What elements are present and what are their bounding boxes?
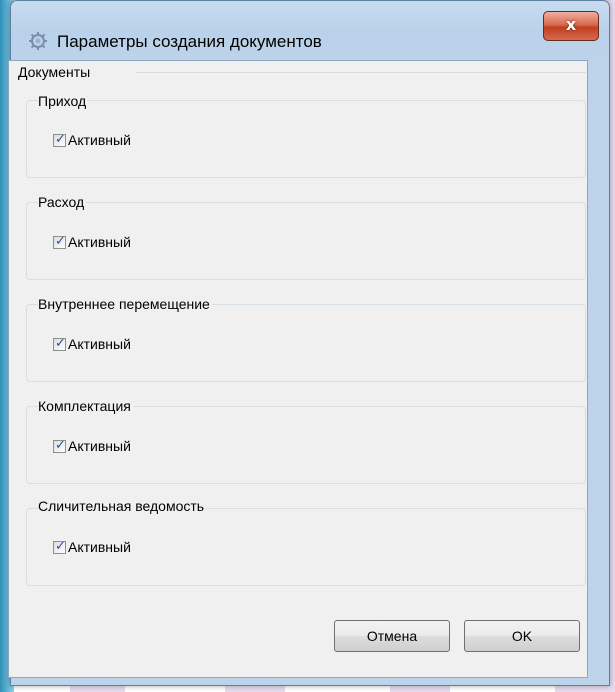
active-label-comparison[interactable]: Активный xyxy=(68,538,131,556)
checkmark-icon: ✓ xyxy=(55,539,66,554)
groupbox-label-rashod: Расход xyxy=(38,193,87,211)
active-checkbox-transfer[interactable]: ✓ xyxy=(53,336,66,351)
groupbox-label-assembly: Комплектация xyxy=(38,397,133,415)
window-title: Параметры создания документов xyxy=(57,32,322,51)
checkmark-icon: ✓ xyxy=(55,438,66,453)
active-label-assembly[interactable]: Активный xyxy=(68,437,131,455)
active-label-transfer[interactable]: Активный xyxy=(68,335,131,353)
close-icon: x xyxy=(565,15,577,34)
documents-group-border xyxy=(136,72,586,73)
groupbox-label-prihod: Приход xyxy=(38,92,89,110)
active-checkbox-rashod[interactable]: ✓ xyxy=(53,234,66,249)
active-checkbox-comparison[interactable]: ✓ xyxy=(53,539,66,554)
close-button[interactable]: x xyxy=(543,11,599,41)
documents-group-label: Документы xyxy=(18,63,93,81)
active-checkbox-assembly[interactable]: ✓ xyxy=(53,438,66,453)
app-gear-icon xyxy=(29,32,47,50)
active-label-rashod[interactable]: Активный xyxy=(68,233,131,251)
checkmark-icon: ✓ xyxy=(55,132,66,147)
checkmark-icon: ✓ xyxy=(55,336,66,351)
ok-button[interactable]: OK xyxy=(464,620,580,652)
active-label-prihod[interactable]: Активный xyxy=(68,131,131,149)
checkmark-icon: ✓ xyxy=(55,234,66,249)
cancel-button[interactable]: Отмена xyxy=(334,620,450,652)
title-bar[interactable]: Параметры создания документов x xyxy=(11,1,609,61)
groupbox-label-transfer: Внутреннее перемещение xyxy=(38,295,212,313)
active-checkbox-prihod[interactable]: ✓ xyxy=(53,132,66,147)
groupbox-label-comparison: Сличительная ведомость xyxy=(38,497,207,515)
